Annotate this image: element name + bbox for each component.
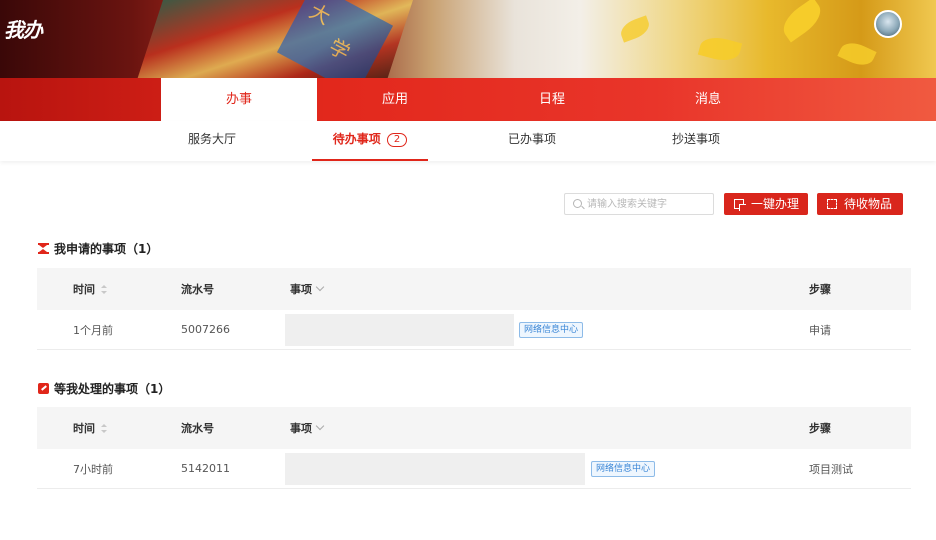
tab-yingyong[interactable]: 应用 [317, 78, 473, 121]
button-label: 一键办理 [751, 197, 800, 211]
ginkgo-leaf-decoration [837, 37, 877, 71]
app-logo[interactable]: 我办 [4, 14, 43, 43]
column-label: 步骤 [809, 283, 831, 296]
subtab-todo[interactable]: 待办事项 2 [312, 121, 428, 161]
tab-xiaoxi[interactable]: 消息 [630, 78, 786, 121]
sort-icon[interactable] [101, 284, 107, 294]
row-time: 1个月前 [73, 323, 113, 337]
waiting-table: 时间 流水号 事项 步骤 7小时前 5142011 网络信息中心 项目测试 [37, 407, 911, 489]
subtab-label: 已办事项 [507, 132, 556, 146]
row-step: 项目测试 [809, 462, 853, 476]
row-time: 7小时前 [73, 462, 113, 476]
ginkgo-leaf-decoration [777, 0, 827, 43]
section-title-text: 我申请的事项（1） [54, 242, 159, 256]
column-label: 事项 [290, 283, 312, 296]
column-label: 流水号 [181, 422, 214, 435]
row-serial: 5007266 [181, 323, 230, 336]
column-label: 事项 [290, 422, 312, 435]
one-click-handle-button[interactable]: 一键办理 [724, 193, 808, 215]
column-serial: 流水号 [181, 268, 214, 310]
column-label: 步骤 [809, 422, 831, 435]
department-tag: 网络信息中心 [519, 322, 584, 338]
section-title-applied: 我申请的事项（1） [38, 240, 158, 257]
section-title-waiting: 等我处理的事项（1） [38, 380, 170, 397]
subtab-cc[interactable]: 抄送事项 [638, 121, 754, 161]
column-serial: 流水号 [181, 407, 214, 449]
subtab-label: 待办事项 [332, 132, 381, 146]
search-input[interactable] [587, 196, 709, 212]
pending-items-button[interactable]: 待收物品 [817, 193, 903, 215]
chevron-down-icon[interactable] [315, 421, 325, 431]
table-header: 时间 流水号 事项 步骤 [37, 407, 911, 449]
sub-navigation: 服务大厅 待办事项 2 已办事项 抄送事项 [0, 121, 936, 161]
tab-banshi[interactable]: 办事 [161, 78, 317, 121]
subtab-done[interactable]: 已办事项 [474, 121, 590, 161]
subtab-label: 抄送事项 [671, 132, 720, 146]
tab-richeng[interactable]: 日程 [474, 78, 630, 121]
redacted-item-title[interactable] [285, 314, 514, 346]
row-step: 申请 [809, 323, 831, 337]
scan-box-icon [827, 199, 837, 209]
chevron-down-icon[interactable] [315, 282, 325, 292]
search-box [564, 193, 714, 215]
sort-icon[interactable] [101, 423, 107, 433]
column-label: 时间 [73, 422, 95, 435]
column-label: 时间 [73, 283, 95, 296]
handle-icon [734, 199, 746, 211]
table-header: 时间 流水号 事项 步骤 [37, 268, 911, 310]
todo-count-badge: 2 [386, 133, 408, 147]
column-step: 步骤 [809, 268, 831, 310]
subtab-label: 服务大厅 [187, 132, 236, 146]
column-time[interactable]: 时间 [73, 407, 107, 449]
department-tag: 网络信息中心 [591, 461, 656, 477]
subtab-service-hall[interactable]: 服务大厅 [154, 121, 270, 161]
edit-icon [38, 383, 49, 394]
user-avatar[interactable] [874, 10, 902, 38]
button-label: 待收物品 [844, 197, 893, 211]
column-label: 流水号 [181, 283, 214, 296]
table-row[interactable]: 1个月前 5007266 网络信息中心 申请 [37, 310, 911, 350]
table-row[interactable]: 7小时前 5142011 网络信息中心 项目测试 [37, 449, 911, 489]
header-banner: 大学 我办 [0, 0, 936, 78]
applied-table: 时间 流水号 事项 步骤 1个月前 5007266 网络信息中心 申请 [37, 268, 911, 350]
column-item[interactable]: 事项 [290, 268, 325, 310]
column-time[interactable]: 时间 [73, 268, 107, 310]
ginkgo-leaf-decoration [697, 33, 743, 65]
section-title-text: 等我处理的事项（1） [54, 382, 171, 396]
hourglass-icon [38, 243, 49, 254]
column-step: 步骤 [809, 407, 831, 449]
redacted-item-title[interactable] [285, 453, 585, 485]
ginkgo-leaf-decoration [617, 15, 653, 43]
row-serial: 5142011 [181, 462, 230, 475]
column-item[interactable]: 事项 [290, 407, 325, 449]
main-navigation: 办事 应用 日程 消息 [0, 78, 936, 121]
search-icon [573, 199, 582, 208]
